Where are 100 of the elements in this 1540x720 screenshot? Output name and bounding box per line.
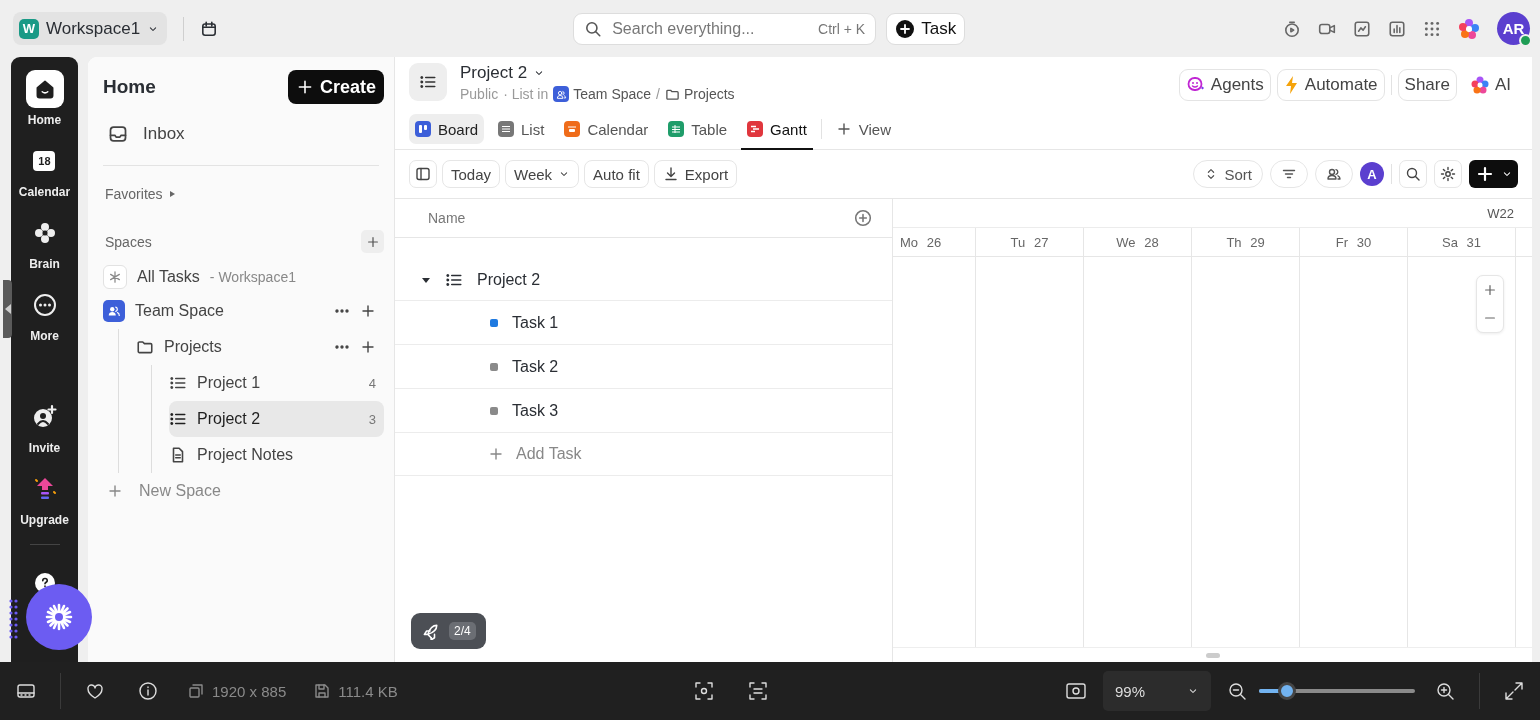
tree-item[interactable]: Project 2 3 (169, 401, 384, 437)
zoom-slider-thumb[interactable] (1278, 682, 1297, 700)
more-icon (32, 293, 57, 317)
whiteboard-icon[interactable] (1353, 19, 1371, 38)
add-column-icon[interactable] (854, 209, 872, 227)
search-icon (584, 19, 603, 38)
fit-icon[interactable] (1065, 681, 1087, 701)
add-view-button[interactable]: View (829, 114, 898, 144)
toolbar-button[interactable]: Auto fit (584, 160, 649, 188)
list-icon (169, 374, 187, 392)
sparkle-icon[interactable] (1458, 17, 1480, 40)
people-icon (1326, 166, 1342, 182)
add-space-button[interactable] (361, 230, 384, 253)
task-name[interactable]: Task 3 (512, 401, 559, 420)
focus-icon[interactable] (694, 681, 715, 701)
day-header: Mo 26 (893, 228, 976, 256)
add-task-button[interactable]: Add Task (395, 433, 892, 476)
favorites-toggle[interactable]: Favorites (103, 186, 176, 202)
view-tab[interactable]: Calendar (558, 114, 655, 144)
toolbar-button[interactable]: Week (505, 160, 580, 188)
search-button[interactable] (1399, 160, 1427, 188)
asterisk-icon (44, 602, 74, 632)
list-glyph-icon (419, 73, 437, 91)
sidebar-toggle[interactable] (409, 160, 437, 188)
create-button[interactable]: Create (287, 70, 384, 104)
section-heading: Spaces (105, 233, 152, 250)
heart-icon[interactable] (85, 681, 105, 701)
agents-button[interactable]: Agents (1178, 69, 1271, 101)
panel-icon (415, 166, 431, 182)
tree-item[interactable]: Projects (136, 329, 384, 365)
download-icon (662, 166, 679, 182)
list-icon (498, 121, 515, 137)
expand-icon[interactable] (421, 275, 431, 285)
add-button[interactable] (1469, 160, 1518, 188)
plus-icon (488, 446, 504, 462)
dimensions-icon (188, 683, 204, 699)
user-avatar[interactable]: AR (1497, 12, 1530, 45)
onboarding-widget[interactable]: 2/4 (411, 613, 486, 649)
assignee-avatar[interactable]: A (1360, 162, 1384, 186)
file-size: 111.4 KB (338, 682, 398, 700)
inbox-icon (108, 124, 128, 144)
new-space-button[interactable]: New Space (103, 473, 221, 509)
shortcut-hint: Ctrl + K (818, 20, 866, 37)
toolbar-button[interactable]: Today (442, 160, 501, 188)
day-header: Th 29 (1192, 228, 1300, 256)
zoom-dropdown[interactable]: 99% (1103, 671, 1211, 711)
day-header: We 28 (1084, 228, 1192, 256)
visibility-label: Public (460, 86, 499, 102)
scrollbar-thumb[interactable] (1205, 652, 1220, 658)
list-title[interactable]: Project 2 (460, 63, 546, 83)
share-button[interactable]: Share (1397, 69, 1457, 101)
apps-icon[interactable] (1423, 19, 1441, 38)
plus-icon (1483, 283, 1497, 297)
search-input[interactable]: Search everything... (610, 18, 811, 39)
tree-item[interactable]: Project Notes (169, 437, 384, 473)
text-scan-icon[interactable] (748, 681, 769, 701)
task-name[interactable]: Task 2 (512, 357, 559, 376)
zoom-in-icon[interactable] (1435, 681, 1455, 701)
group-title: Project 2 (477, 271, 541, 289)
breadcrumb-link[interactable]: Projects (665, 86, 735, 102)
view-tab[interactable]: Board (409, 114, 485, 144)
task-button[interactable]: Task (886, 12, 966, 45)
all-tasks-item[interactable]: All Tasks - Workspace1 (103, 261, 296, 293)
automate-button[interactable]: Automate (1276, 69, 1385, 101)
collapse-handle[interactable] (3, 280, 12, 338)
info-icon[interactable] (138, 681, 158, 701)
filmstrip-icon[interactable] (16, 681, 36, 701)
rail-item[interactable]: Upgrade (20, 470, 69, 527)
rail-item[interactable]: More (25, 286, 64, 343)
search-icon (1405, 166, 1421, 182)
triangle-icon (167, 190, 176, 198)
tree-item[interactable]: Team Space (103, 293, 384, 329)
image-dimensions: 1920 x 885 (212, 682, 287, 700)
settings-icon (1440, 166, 1456, 182)
workspace-switcher[interactable]: W Workspace1 (13, 12, 168, 45)
rail-item[interactable]: Brain (25, 214, 64, 271)
search-field[interactable]: Search everything... Ctrl + K (573, 12, 877, 45)
calendar-icon: 18 (33, 151, 56, 171)
add-icon (360, 339, 376, 355)
task-name[interactable]: Task 1 (512, 313, 559, 332)
breadcrumb-separator: / (656, 86, 660, 102)
ai-button[interactable]: AI (1462, 69, 1518, 101)
view-tab[interactable]: Table (662, 114, 734, 144)
expand-icon[interactable] (1504, 681, 1524, 701)
stopwatch-icon[interactable] (1283, 19, 1301, 38)
settings-button[interactable] (1434, 160, 1462, 188)
zoom-out-icon[interactable] (1227, 681, 1247, 701)
rail-item[interactable]: Invite (25, 398, 64, 455)
breadcrumb-link[interactable]: Team Space (553, 86, 652, 102)
calendar-icon[interactable] (200, 19, 219, 38)
day-header: Sa 31 (1408, 228, 1516, 256)
toolbar-button[interactable]: Export (653, 160, 738, 188)
inbox-item[interactable]: Inbox (103, 124, 185, 144)
list-icon (445, 271, 463, 289)
view-tab[interactable]: List (492, 114, 551, 144)
save-icon (314, 683, 331, 699)
asterisk-icon (108, 270, 122, 284)
dashboard-icon[interactable] (1388, 19, 1406, 38)
rail-item[interactable]: 18 Calendar (18, 142, 71, 199)
tree-item[interactable]: Project 1 4 (169, 365, 384, 401)
